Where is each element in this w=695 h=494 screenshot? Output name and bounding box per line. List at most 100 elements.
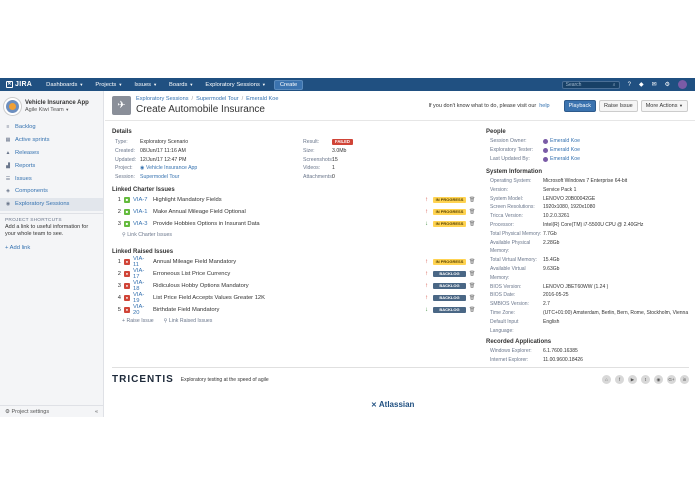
sidebar-item-active-sprints[interactable]: ▦ Active sprints [0,134,103,147]
playback-button[interactable]: Playback [563,100,596,112]
raise-issue-link[interactable]: + Raise Issue [122,318,154,324]
raise-issue-button[interactable]: Raise Issue [598,100,638,112]
trash-icon[interactable]: 🗑 [469,295,475,301]
issue-key-link[interactable]: VIA-20 [133,304,149,316]
link-charter-issues-button[interactable]: ⚲ Link Charter Issues [122,232,172,238]
notifications-icon[interactable]: ◆ [639,81,644,88]
trash-icon[interactable]: 🗑 [469,259,475,265]
sidebar-item-exploratory-sessions[interactable]: ◉ Exploratory Sessions [0,197,103,211]
project-header: Vehicle Insurance App Agile Kiwi Team ▼ [0,91,103,121]
issue-summary: List Price Field Accepts Values Greater … [153,295,266,301]
youtube-icon[interactable]: ▶ [628,375,637,384]
trash-icon[interactable]: 🗑 [469,221,475,227]
atlassian-logo[interactable]: ✕ Atlassian [371,400,414,409]
issue-key-link[interactable]: VIA-18 [133,280,149,292]
exploratory-tester-link[interactable]: Emerald Koe [543,146,683,155]
jira-logo[interactable]: ✕ JIRA [0,81,40,88]
top-navigation: ✕ JIRA Dashboards ▼ Projects ▼ Issues ▼ Boa… [0,78,695,91]
nav-boards[interactable]: Boards ▼ [163,82,199,88]
user-avatar[interactable] [678,80,687,89]
facebook-icon[interactable]: f [615,375,624,384]
nav-issues[interactable]: Issues ▼ [128,82,163,88]
project-link[interactable]: ◉ Vehicle Insurance App [140,165,300,173]
info-value: LENOVO JBET60WW (1.24 ) [543,283,609,290]
breadcrumb-tester[interactable]: Emerald Koe [246,96,278,102]
avatar [543,148,548,153]
team-selector[interactable]: Agile Kiwi Team ▼ [25,107,89,113]
sidebar-item-reports[interactable]: ▟ Reports [0,159,103,172]
issue-key-link[interactable]: VIA-7 [133,197,149,203]
google-plus-icon[interactable]: G+ [667,375,676,384]
nav-projects[interactable]: Projects ▼ [89,82,128,88]
search-input[interactable]: Search ⌕ [561,80,620,89]
shortcuts-heading: PROJECT SHORTCUTS [5,217,62,223]
issues-icon: ☰ [5,175,11,182]
info-label: Tricca Version: [490,213,523,220]
nav-exploratory-sessions[interactable]: Exploratory Sessions ▼ [199,82,271,88]
sidebar-footer: ⚙ Project settings « [0,405,103,415]
sidebar-item-issues[interactable]: ☰ Issues [0,172,103,185]
last-updated-by-link[interactable]: Emerald Koe [543,155,683,164]
project-settings-link[interactable]: ⚙ Project settings [5,409,49,415]
issue-key-link[interactable]: VIA-1 [133,209,149,215]
chart-icon: ▟ [6,162,10,169]
feedback-icon[interactable]: ✉ [652,81,657,88]
add-link-button[interactable]: + Add link [0,239,103,257]
tricentis-tagline: Exploratory testing at the speed of agil… [180,376,269,383]
session-link[interactable]: Supermodel Tour [140,174,300,182]
twitter-icon[interactable]: t [641,375,650,384]
info-value: 10.2.0.3261 [543,213,570,220]
page-title: Create Automobile Insurance [136,104,265,115]
issue-key-link[interactable]: VIA-11 [133,256,149,268]
info-label: System Model: [490,195,524,202]
info-label: Default Input Language: [490,318,519,334]
trash-icon[interactable]: 🗑 [469,307,475,313]
session-owner-link[interactable]: Emerald Koe [543,137,683,146]
sprint-icon: ▦ [5,137,11,144]
plus-icon: + [122,318,126,324]
sidebar-item-components[interactable]: ◈ Components [0,185,103,198]
breadcrumb-session[interactable]: Supermodel Tour [196,96,239,102]
help-link[interactable]: help [539,103,549,109]
charter-heading: Linked Charter Issues [112,187,175,193]
table-row: 3 ● VIA-18 Ridiculous Hobby Options Mand… [117,280,476,292]
issue-key-link[interactable]: VIA-3 [133,221,149,227]
settings-icon[interactable]: ⚙ [665,81,670,88]
nav-dashboards[interactable]: Dashboards ▼ [40,82,89,88]
linkedin-icon[interactable]: in [680,375,689,384]
system-info-heading: System Information [486,169,543,175]
trash-icon[interactable]: 🗑 [469,271,475,277]
project-name[interactable]: Vehicle Insurance App [25,100,89,106]
trash-icon[interactable]: 🗑 [469,209,475,215]
instagram-icon[interactable]: ◉ [654,375,663,384]
chevron-down-icon: ▼ [679,103,683,108]
breadcrumb-exploratory-sessions[interactable]: Exploratory Sessions [136,96,189,102]
info-label: Total Virtual Memory: [490,257,537,264]
info-label: Internet Explorer: [490,357,529,364]
issue-summary: Erroneous List Price Currency [153,271,231,277]
home-icon[interactable]: ⌂ [602,375,611,384]
sidebar-item-releases[interactable]: ▲ Releases [0,147,103,160]
avatar [543,157,548,162]
info-label: Processor: [490,221,514,228]
issue-key-link[interactable]: VIA-17 [133,268,149,280]
link-raised-issues-button[interactable]: ⚲ Link Raised Issues [164,318,213,324]
collapse-sidebar-icon[interactable]: « [95,409,98,415]
more-actions-button[interactable]: More Actions ▼ [640,100,688,112]
details-heading: Details [112,129,132,135]
status-badge: IN PROGRESS [433,209,466,215]
project-avatar[interactable] [4,98,21,115]
trash-icon[interactable]: 🗑 [469,283,475,289]
priority-icon: ↑ [425,259,428,265]
create-button[interactable]: Create [273,79,304,90]
help-icon[interactable]: ? [628,82,631,88]
issue-key-link[interactable]: VIA-19 [133,292,149,304]
system-info-table: Operating System: Microsoft Windows 7 Ent… [486,177,691,335]
status-badge: FAILED [332,139,353,145]
trash-icon[interactable]: 🗑 [469,197,475,203]
chevron-down-icon: ▼ [189,82,194,87]
priority-icon: ↑ [425,295,428,301]
project-icon: ◉ [140,165,145,172]
story-icon: ■ [124,197,130,203]
sidebar-item-backlog[interactable]: ≡ Backlog [0,121,103,134]
